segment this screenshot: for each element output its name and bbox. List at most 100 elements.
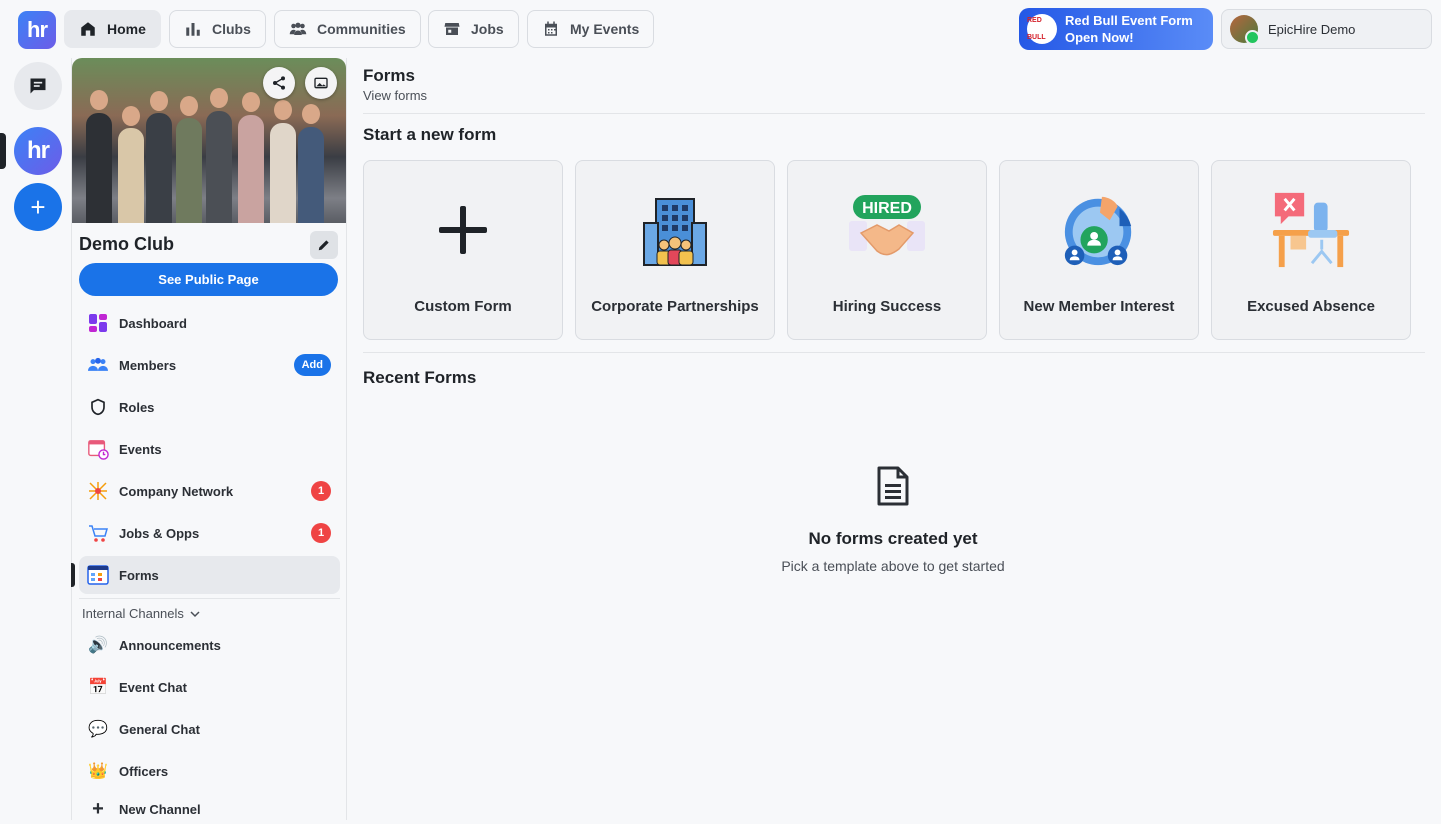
notification-count-badge: 1 [311, 481, 331, 501]
network-icon [87, 480, 109, 502]
template-card-new-member-interest[interactable]: New Member Interest [999, 160, 1199, 340]
plus-icon [423, 190, 503, 270]
red-bull-logo: RED BULL [1027, 14, 1057, 44]
forms-icon [87, 564, 109, 586]
pencil-icon [318, 240, 329, 251]
promo-banner[interactable]: RED BULL Red Bull Event Form Open Now! [1019, 8, 1213, 50]
promo-subtitle: Open Now! [1065, 30, 1134, 45]
sidebar-divider [79, 598, 340, 599]
crown-icon: 👑 [88, 763, 108, 780]
app-logo[interactable]: hr [18, 11, 56, 49]
share-button[interactable] [263, 67, 295, 99]
sidebar-item-forms[interactable]: Forms [79, 556, 340, 594]
empty-state-title: No forms created yet [808, 529, 978, 548]
document-icon [877, 466, 909, 506]
nav-tab-home[interactable]: Home [64, 10, 161, 48]
nav-tab-label: My Events [570, 21, 640, 37]
nav-tab-my-events[interactable]: My Events [527, 10, 655, 48]
sidebar-active-indicator [71, 563, 75, 587]
channel-label: Event Chat [119, 679, 187, 695]
member-interest-icon [1059, 190, 1139, 270]
notification-count-badge: 1 [311, 523, 331, 543]
internal-channels-toggle[interactable]: Internal Channels [82, 606, 200, 621]
plus-icon: + [92, 797, 104, 820]
channel-general-chat[interactable]: 💬 General Chat [79, 710, 340, 748]
club-switcher-demo[interactable]: hr [14, 127, 62, 175]
template-card-corporate-partnerships[interactable]: Corporate Partnerships [575, 160, 775, 340]
share-icon [273, 76, 285, 90]
svg-text:HIRED: HIRED [862, 200, 912, 217]
sidebar-item-label: Forms [119, 567, 159, 583]
absence-desk-icon [1271, 190, 1351, 270]
template-label: Hiring Success [832, 298, 942, 315]
calendar-clock-icon [87, 438, 109, 460]
channel-officers[interactable]: 👑 Officers [79, 752, 340, 790]
see-public-page-button[interactable]: See Public Page [79, 263, 338, 296]
header-divider [363, 113, 1425, 114]
sidebar-item-label: Members [119, 357, 177, 373]
office-building-icon [635, 190, 715, 270]
channels-header: Internal Channels [82, 606, 184, 621]
sidebar-item-roles[interactable]: Roles [79, 388, 340, 426]
calendar-icon: 📅 [88, 679, 108, 696]
sidebar-item-label: Company Network [119, 483, 234, 499]
messages-button[interactable] [14, 62, 62, 110]
template-card-hiring-success[interactable]: HIRED Hiring Success [787, 160, 987, 340]
section-divider [363, 352, 1425, 353]
user-menu[interactable]: EpicHire Demo [1221, 9, 1432, 49]
dashboard-icon [87, 312, 109, 334]
channel-label: General Chat [119, 721, 200, 737]
recent-forms-heading: Recent Forms [363, 368, 477, 387]
sidebar-item-jobs-opps[interactable]: Jobs & Opps 1 [79, 514, 340, 552]
sidebar-item-company-network[interactable]: Company Network 1 [79, 472, 340, 510]
template-card-excused-absence[interactable]: Excused Absence [1211, 160, 1411, 340]
user-name: EpicHire Demo [1268, 21, 1356, 37]
cart-icon [87, 522, 109, 544]
sidebar-item-label: Roles [119, 399, 155, 415]
nav-tab-label: Communities [317, 21, 406, 37]
sidebar-item-events[interactable]: Events [79, 430, 340, 468]
template-label: Excused Absence [1247, 298, 1375, 315]
channel-label: Officers [119, 763, 169, 779]
nav-tab-label: Home [107, 21, 146, 37]
empty-state-subtitle: Pick a template above to get started [781, 558, 1005, 574]
add-member-button[interactable]: Add [293, 354, 331, 376]
change-cover-button[interactable] [305, 67, 337, 99]
nav-tab-clubs[interactable]: Clubs [169, 10, 266, 48]
hired-handshake-icon: HIRED [847, 190, 927, 270]
nav-tab-jobs[interactable]: Jobs [428, 10, 519, 48]
promo-title: Red Bull Event Form [1065, 13, 1193, 28]
page-subtitle: View forms [363, 88, 428, 103]
nav-tab-label: Clubs [212, 21, 251, 37]
sidebar-item-label: Dashboard [119, 315, 187, 331]
page-title: Forms [363, 66, 415, 85]
plus-icon: + [30, 191, 46, 222]
image-icon [314, 77, 328, 89]
channel-announcements[interactable]: 🔊 Announcements [79, 626, 340, 664]
sidebar-item-label: Jobs & Opps [119, 525, 200, 541]
start-new-form-heading: Start a new form [363, 125, 497, 144]
nav-tab-communities[interactable]: Communities [274, 10, 421, 48]
speaker-icon: 🔊 [88, 637, 108, 654]
chevron-down-icon [190, 610, 200, 617]
edit-club-button[interactable] [310, 231, 338, 259]
store-icon [444, 23, 460, 35]
template-card-custom-form[interactable]: Custom Form [363, 160, 563, 340]
members-icon [87, 354, 109, 376]
sidebar-item-label: Events [119, 441, 162, 457]
template-label: Corporate Partnerships [591, 298, 759, 315]
channel-event-chat[interactable]: 📅 Event Chat [79, 668, 340, 706]
template-label: Custom Form [414, 298, 512, 315]
logo-text: hr [27, 17, 48, 42]
people-icon [289, 22, 307, 35]
channel-label: New Channel [119, 801, 201, 817]
channel-label: Announcements [119, 637, 221, 653]
nav-tab-label: Jobs [471, 21, 504, 37]
shield-icon [87, 396, 109, 418]
bar-chart-icon [186, 23, 200, 36]
add-club-button[interactable]: + [14, 183, 62, 231]
speech-bubble-icon: 💬 [88, 721, 108, 738]
template-label: New Member Interest [1023, 298, 1175, 315]
sidebar-item-members[interactable]: Members Add [79, 346, 340, 384]
sidebar-item-dashboard[interactable]: Dashboard [79, 304, 340, 342]
